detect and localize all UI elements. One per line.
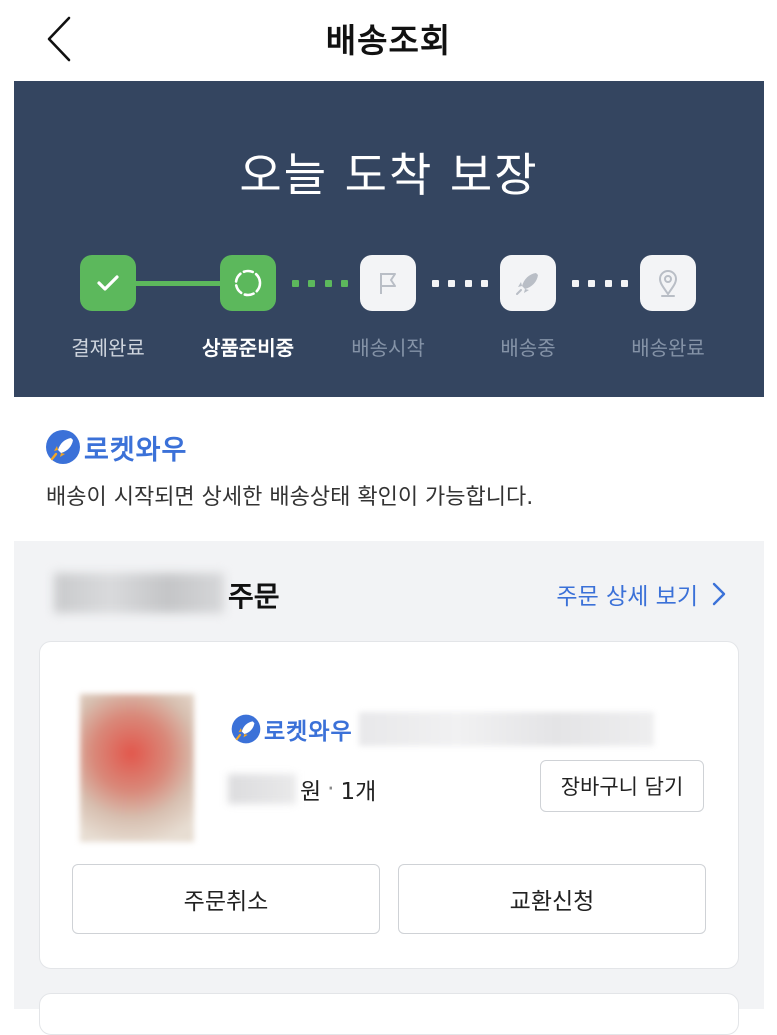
- progress-line-pending-2: [432, 280, 488, 287]
- order-section: 주문 주문 상세 보기 로켓와우 원 · 1개 장바구니 담기 주문취소 교환신: [14, 541, 764, 1035]
- progress-line-pending-1: [292, 280, 348, 287]
- flag-icon: [380, 273, 396, 294]
- price-quantity-row: 원 · 1개: [228, 772, 376, 806]
- delivery-status-banner: 오늘 도착 보장 결제완료 상품준비중 배송시작 배송중 배송완료: [14, 81, 764, 397]
- step-preparing: [220, 255, 276, 311]
- step-label-shipping-started: 배송시작: [351, 336, 425, 360]
- step-in-transit: [500, 255, 556, 311]
- price-separator: ·: [327, 776, 335, 802]
- chevron-right-icon: [712, 582, 726, 606]
- banner-title: 오늘 도착 보장: [239, 148, 539, 202]
- quantity: 1개: [340, 779, 377, 805]
- step-label-preparing: 상품준비중: [202, 336, 294, 360]
- order-detail-link-label: 주문 상세 보기: [556, 584, 698, 610]
- location-pin-icon: [658, 270, 678, 297]
- exchange-request-button[interactable]: 교환신청: [398, 864, 706, 934]
- price-unit: 원: [300, 779, 322, 805]
- step-shipping-started: [360, 255, 416, 311]
- step-payment-complete: [80, 255, 136, 311]
- product-rocket-brand: 로켓와우: [264, 719, 353, 745]
- progress-line-completed: [134, 281, 224, 286]
- progress-line-pending-3: [572, 280, 628, 287]
- step-label-delivered: 배송완료: [631, 336, 705, 360]
- rocket-wow-logo: 로켓와우: [44, 428, 187, 466]
- shipping-info-text: 배송이 시작되면 상세한 배송상태 확인이 가능합니다.: [46, 485, 534, 510]
- check-icon: [97, 275, 119, 291]
- order-detail-link[interactable]: 주문 상세 보기: [556, 577, 726, 611]
- step-label-in-transit: 배송중: [500, 336, 556, 360]
- price-redacted: [228, 774, 296, 804]
- cancel-order-button[interactable]: 주문취소: [72, 864, 380, 934]
- add-to-cart-button[interactable]: 장바구니 담기: [540, 760, 704, 812]
- order-item-card: 로켓와우 원 · 1개 장바구니 담기 주문취소 교환신청: [39, 641, 739, 969]
- order-title: 주문: [228, 580, 280, 613]
- order-date-redacted: [54, 573, 224, 613]
- product-name-row[interactable]: 로켓와우: [230, 712, 654, 746]
- top-bar: 배송조회: [0, 0, 777, 80]
- rocket-icon: [516, 273, 538, 295]
- rocket-badge-icon: [46, 430, 80, 464]
- next-order-card: [39, 993, 739, 1035]
- step-label-payment-complete: 결제완료: [71, 336, 145, 360]
- rocket-wow-brand: 로켓와우: [84, 434, 188, 466]
- progress-ring-icon: [234, 269, 262, 297]
- product-thumbnail[interactable]: [80, 694, 194, 842]
- page-title: 배송조회: [325, 21, 452, 60]
- product-name-redacted: [358, 712, 654, 746]
- step-delivered: [640, 255, 696, 311]
- rocket-badge-icon: [231, 714, 261, 744]
